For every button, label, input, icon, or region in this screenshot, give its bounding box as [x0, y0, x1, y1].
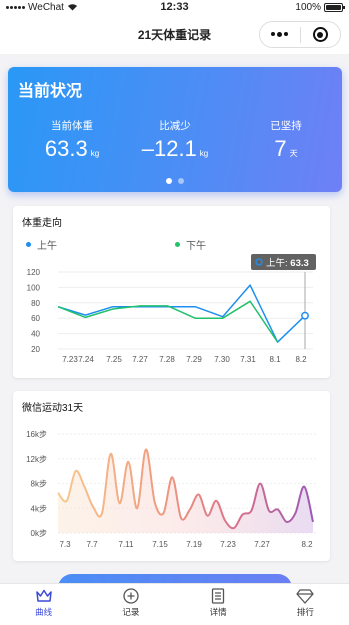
x-tick-label: 7.27 [132, 355, 148, 364]
card-title: 当前状况 [18, 83, 83, 100]
steps-area-chart[interactable]: 0k步 4k步 8k步 12k步 16k步 7.3 7.7 7.11 7.15 7.19 7.23 7… [13, 391, 330, 561]
more-dots-icon [271, 31, 289, 37]
close-mini-program-button[interactable] [301, 22, 341, 47]
x-tick-label: 7.24 [78, 355, 94, 364]
tab-record[interactable]: 记录 [87, 584, 174, 625]
more-button[interactable] [260, 22, 300, 47]
tooltip-text: 上午: 63.3 [266, 257, 309, 269]
stat-days-persisted: 已坚持 7天 [231, 118, 341, 166]
x-tick-label: 7.15 [152, 540, 168, 549]
x-tick-label: 7.31 [240, 355, 256, 364]
stat-weight-lost: 比减少 –12.1 kg [120, 118, 230, 166]
steps-area-fill [58, 449, 313, 533]
x-tick-label: 8.1 [269, 355, 281, 364]
y-tick-label: 100 [27, 283, 41, 292]
y-tick-label: 60 [31, 314, 40, 323]
stat-unit: kg [90, 149, 100, 158]
crown-icon [35, 589, 52, 602]
highlighted-point [301, 311, 309, 320]
y-tick-label: 80 [31, 299, 40, 308]
status-bar: WeChat 12:33 100% [0, 0, 349, 14]
stat-value: 63.3 [44, 136, 88, 161]
wechat-steps-panel: 微信运动31天 0k步 4k步 8k步 12k步 16k步 7.3 7.7 7.11 7.15 7… [13, 391, 330, 561]
weight-trend-panel: 体重走向 上午 下午 20 40 60 80 100 120 7.23 7.24 7.25 7.2… [13, 206, 330, 378]
weight-line-chart[interactable]: 20 40 60 80 100 120 7.23 7.24 7.25 7.27 7.28 7.29 7.… [13, 206, 330, 378]
clock: 12:33 [160, 1, 189, 13]
x-tick-label: 7.27 [254, 540, 270, 549]
y-tick-label: 0k步 [31, 529, 47, 538]
stat-label: 已坚持 [270, 120, 302, 132]
y-tick-label: 4k步 [31, 504, 47, 513]
carousel-indicator [8, 178, 342, 184]
diamond-icon [296, 589, 315, 604]
tab-ranking[interactable]: 排行 [262, 584, 349, 625]
x-tick-label: 8.2 [295, 355, 307, 364]
carousel-dot-active[interactable] [166, 178, 172, 184]
document-icon [211, 588, 225, 604]
stat-current-weight: 当前体重 63.3 kg [17, 118, 127, 166]
tab-label: 曲线 [35, 607, 53, 617]
x-tick-label: 7.3 [59, 540, 71, 549]
stat-value: 7 [274, 136, 287, 161]
current-status-card[interactable]: 当前状况 当前体重 63.3 kg 比减少 –12.1 kg 已坚持 7天 [8, 67, 342, 192]
x-tick-label: 7.11 [119, 540, 135, 549]
x-tick-label: 7.29 [186, 355, 202, 364]
stat-label: 比减少 [159, 120, 191, 132]
tab-details[interactable]: 详情 [175, 584, 262, 625]
y-tick-label: 120 [27, 268, 41, 277]
y-tick-label: 12k步 [26, 455, 47, 464]
x-tick-label: 7.28 [159, 355, 175, 364]
stat-value: –12.1 [141, 136, 197, 161]
x-tick-label: 7.23 [62, 355, 78, 364]
y-tick-label: 8k步 [31, 480, 47, 489]
nav-bar: 21天体重记录 [0, 14, 349, 54]
tab-label: 排行 [296, 607, 314, 617]
stat-unit: 天 [289, 149, 298, 158]
mini-program-capsule [259, 21, 341, 48]
x-tick-label: 7.19 [186, 540, 202, 549]
tooltip-label: 上午: [266, 257, 290, 269]
tab-bar: 曲线 记录 详情 排行 [0, 583, 349, 625]
page-title: 21天体重记录 [137, 27, 212, 42]
x-tick-label: 7.30 [214, 355, 230, 364]
x-tick-label: 7.7 [86, 540, 98, 549]
x-tick-label: 7.23 [220, 540, 236, 549]
stat-unit: kg [199, 149, 209, 158]
tooltip-value: 63.3 [290, 258, 309, 269]
carousel-dot[interactable] [178, 178, 184, 184]
tab-curve[interactable]: 曲线 [0, 584, 87, 625]
x-tick-label: 7.25 [106, 355, 122, 364]
battery-icon [324, 2, 345, 12]
y-tick-label: 20 [31, 345, 40, 354]
add-circle-icon [123, 588, 139, 604]
target-icon [312, 27, 328, 42]
x-tick-label: 8.2 [301, 540, 313, 549]
tab-label: 记录 [122, 607, 140, 617]
y-tick-label: 40 [31, 330, 40, 339]
tab-label: 详情 [209, 607, 227, 617]
y-tick-label: 16k步 [26, 430, 47, 439]
stat-label: 当前体重 [51, 120, 93, 132]
